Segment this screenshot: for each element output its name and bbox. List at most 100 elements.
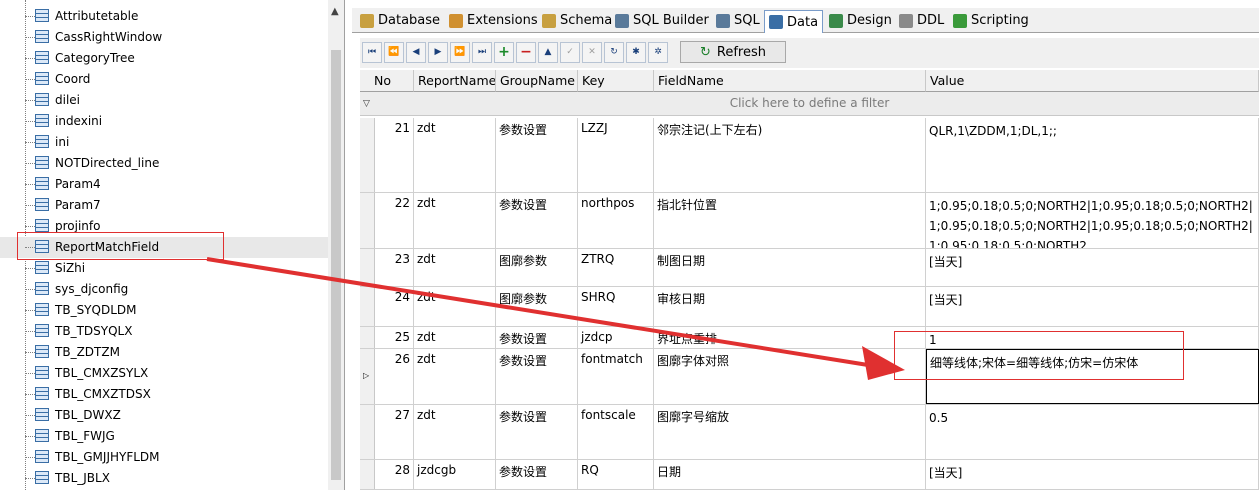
edit-record-button[interactable]: ▲ [538,42,558,63]
last-record-button[interactable]: ⏭ [472,42,492,63]
cell-field[interactable]: 审核日期 [654,287,926,326]
tab-design[interactable]: Design [825,10,896,31]
column-header-no[interactable]: No [360,70,414,92]
cell-key[interactable]: ZTRQ [578,249,654,286]
row-indicator[interactable] [360,405,375,459]
bookmark-button[interactable]: ✱ [626,42,646,63]
cell-field[interactable]: 图廓字号缩放 [654,405,926,459]
table-row[interactable]: ▷ 26 zdt 参数设置 fontmatch 图廓字体对照 细等线体;宋体=细等线体;仿宋… [360,349,1259,405]
cell-value[interactable]: [当天] [926,287,1259,326]
prior-record-button[interactable]: ◀ [406,42,426,63]
tree-item[interactable]: TBL_FWJG [0,426,330,447]
tab-extensions[interactable]: Extensions [445,10,542,31]
cell-field[interactable]: 日期 [654,460,926,489]
cell-key[interactable]: northpos [578,193,654,248]
row-indicator[interactable] [360,327,375,348]
tree-item[interactable]: CategoryTree [0,48,330,69]
tab-scripting[interactable]: Scripting [949,10,1033,31]
cell-no[interactable]: 24 [374,287,414,326]
cell-group[interactable]: 参数设置 [496,460,578,489]
table-row[interactable]: 24 zdt 图廓参数 SHRQ 审核日期 [当天] [360,287,1259,327]
cell-value[interactable]: QLR,1\ZDDM,1;DL,1;; [926,118,1259,192]
cell-group[interactable]: 参数设置 [496,349,578,404]
cell-key[interactable]: RQ [578,460,654,489]
row-indicator[interactable] [360,193,375,248]
delete-record-button[interactable]: − [516,42,536,63]
table-row[interactable]: 25 zdt 参数设置 jzdcp 界址点重排 1 [360,327,1259,349]
cell-report[interactable]: zdt [414,118,496,192]
cell-field[interactable]: 邻宗注记(上下左右) [654,118,926,192]
tree-scrollbar-thumb[interactable] [331,50,341,480]
refresh-records-button[interactable]: ↻ [604,42,624,63]
cell-value[interactable]: 0.5 [926,405,1259,459]
scroll-up-icon[interactable]: ▲ [331,6,339,17]
cell-no[interactable]: 25 [374,327,414,348]
table-row[interactable]: 27 zdt 参数设置 fontscale 图廓字号缩放 0.5 [360,405,1259,460]
filter-row[interactable]: ▽ Click here to define a filter [360,92,1259,116]
tree-item[interactable]: Param4 [0,174,330,195]
cancel-edit-button[interactable]: ✕ [582,42,602,63]
cell-report[interactable]: jzdcgb [414,460,496,489]
cell-key[interactable]: SHRQ [578,287,654,326]
cell-key[interactable]: jzdcp [578,327,654,348]
row-indicator[interactable] [360,460,375,489]
cell-no[interactable]: 23 [374,249,414,286]
tree-item[interactable]: CassRightWindow [0,27,330,48]
next-record-button[interactable]: ▶ [428,42,448,63]
tree-item[interactable]: ini [0,132,330,153]
cell-report[interactable]: zdt [414,349,496,404]
cell-field[interactable]: 图廓字体对照 [654,349,926,404]
tree-item[interactable]: SiZhi [0,258,330,279]
cell-no[interactable]: 28 [374,460,414,489]
tree-item[interactable]: Attributetable [0,6,330,27]
cell-report[interactable]: zdt [414,249,496,286]
tree-item[interactable]: dilei [0,90,330,111]
column-header-key[interactable]: Key [578,70,654,92]
column-header-groupname[interactable]: GroupName [496,70,578,92]
cell-value[interactable]: 1;0.95;0.18;0.5;0;NORTH2|1;0.95;0.18;0.5… [926,193,1259,248]
cell-field[interactable]: 指北针位置 [654,193,926,248]
refresh-button[interactable]: ↻ Refresh [680,41,786,63]
cell-report[interactable]: zdt [414,327,496,348]
tree-item[interactable]: NOTDirected_line [0,153,330,174]
column-header-value[interactable]: Value [926,70,1259,92]
tree-item[interactable]: Coord [0,69,330,90]
tree-item[interactable]: Param7 [0,195,330,216]
tree-item[interactable]: projinfo [0,216,330,237]
cell-value[interactable]: [当天] [926,249,1259,286]
cell-report[interactable]: zdt [414,287,496,326]
insert-record-button[interactable]: + [494,42,514,63]
table-row[interactable]: 23 zdt 图廓参数 ZTRQ 制图日期 [当天] [360,249,1259,287]
tab-database[interactable]: Database [356,10,444,31]
prior-page-button[interactable]: ⏪ [384,42,404,63]
column-header-reportname[interactable]: ReportName [414,70,496,92]
tree-item[interactable]: TB_ZDTZM [0,342,330,363]
first-record-button[interactable]: ⏮ [362,42,382,63]
tree-item[interactable]: TBL_JBLX [0,468,330,489]
table-row[interactable]: 28 jzdcgb 参数设置 RQ 日期 [当天] [360,460,1259,490]
table-row[interactable]: 22 zdt 参数设置 northpos 指北针位置 1;0.95;0.18;0.5;0;… [360,193,1259,249]
cell-group[interactable]: 参数设置 [496,327,578,348]
tree-item[interactable]: TBL_CMXZTDSX [0,384,330,405]
clear-bookmark-button[interactable]: ✲ [648,42,668,63]
cell-group[interactable]: 图廓参数 [496,287,578,326]
cell-key[interactable]: fontscale [578,405,654,459]
tree-item[interactable]: indexini [0,111,330,132]
cell-group[interactable]: 参数设置 [496,405,578,459]
cell-value[interactable]: 1 [926,327,1259,348]
cell-report[interactable]: zdt [414,405,496,459]
tab-sql[interactable]: SQL [712,10,764,31]
tree-item[interactable]: TBL_DWXZ [0,405,330,426]
table-row[interactable]: 21 zdt 参数设置 LZZJ 邻宗注记(上下左右) QLR,1\ZDDM,1;DL,1… [360,118,1259,193]
tree-item[interactable]: TBL_CMXZSYLX [0,363,330,384]
tab-ddl[interactable]: DDL [895,10,948,31]
cell-group[interactable]: 图廓参数 [496,249,578,286]
tree-item[interactable]: TB_SYQDLDM [0,300,330,321]
cell-key[interactable]: fontmatch [578,349,654,404]
cell-report[interactable]: zdt [414,193,496,248]
tree-item[interactable]: sys_djconfig [0,279,330,300]
cell-group[interactable]: 参数设置 [496,118,578,192]
cell-field[interactable]: 制图日期 [654,249,926,286]
cell-no[interactable]: 21 [374,118,414,192]
cell-group[interactable]: 参数设置 [496,193,578,248]
